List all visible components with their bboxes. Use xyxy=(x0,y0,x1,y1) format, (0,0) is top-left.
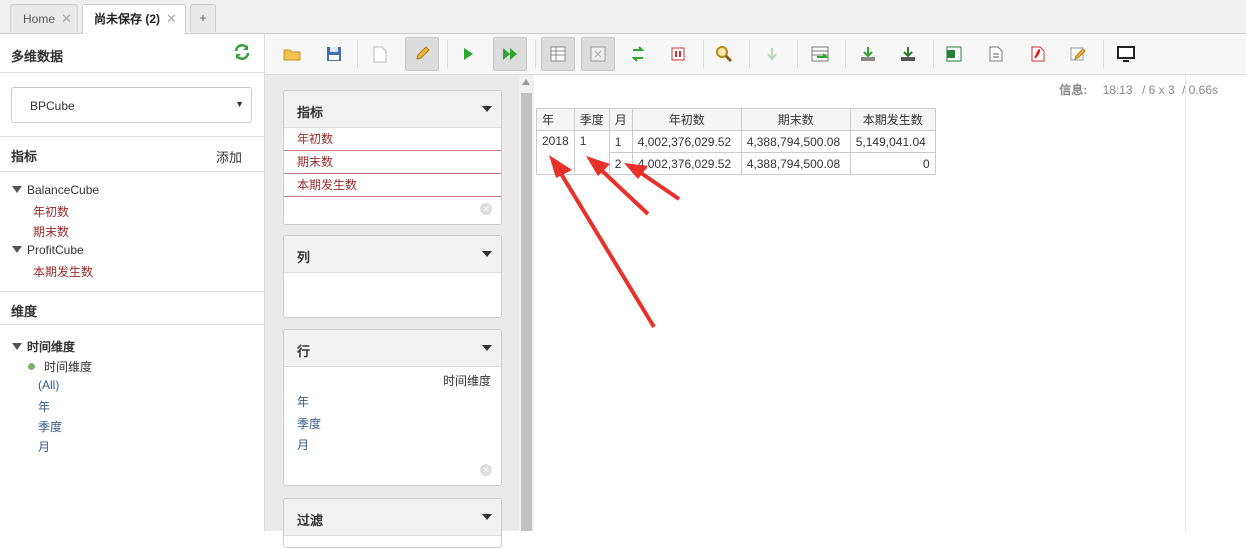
annotation-arrow xyxy=(558,170,656,329)
annotation-arrow xyxy=(636,169,681,201)
annotation-arrowhead xyxy=(549,155,572,178)
annotation-arrows xyxy=(549,155,681,329)
